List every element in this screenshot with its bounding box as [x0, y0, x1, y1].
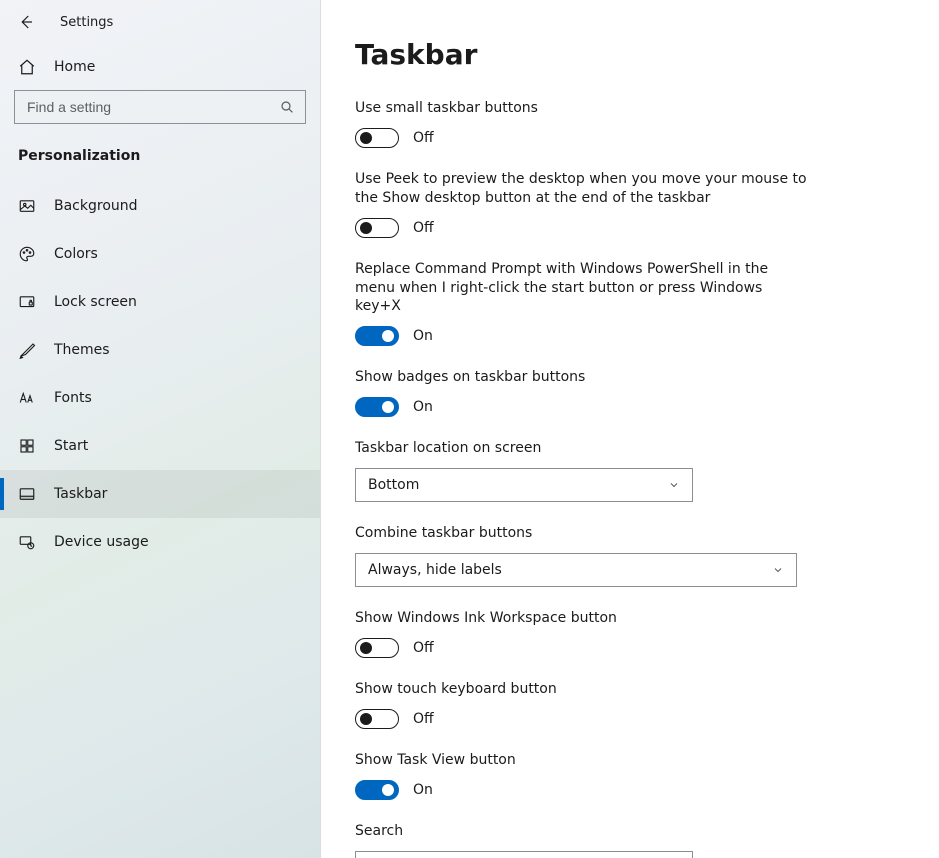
- nav-item-background[interactable]: Background: [0, 182, 320, 230]
- toggle-state: On: [413, 782, 433, 798]
- nav-item-fonts[interactable]: Fonts: [0, 374, 320, 422]
- setting-label: Use small taskbar buttons: [355, 99, 905, 118]
- nav-item-colors[interactable]: Colors: [0, 230, 320, 278]
- setting-label: Combine taskbar buttons: [355, 524, 905, 543]
- nav-item-taskbar[interactable]: Taskbar: [0, 470, 320, 518]
- nav-label: Start: [54, 438, 88, 454]
- sidebar: Settings Home Personalization Background…: [0, 0, 321, 858]
- setting-label: Taskbar location on screen: [355, 439, 905, 458]
- toggle-powershell[interactable]: [355, 326, 399, 346]
- image-icon: [18, 197, 36, 215]
- nav-label: Taskbar: [54, 486, 107, 502]
- setting-task-view: Show Task View button On: [355, 751, 905, 800]
- select-value: Bottom: [368, 477, 419, 493]
- setting-badges: Show badges on taskbar buttons On: [355, 368, 905, 417]
- toggle-touch-keyboard[interactable]: [355, 709, 399, 729]
- setting-label: Show badges on taskbar buttons: [355, 368, 905, 387]
- brush-icon: [18, 341, 36, 359]
- nav-list: Background Colors Lock screen Themes Fon…: [0, 182, 320, 566]
- setting-taskbar-location: Taskbar location on screen Bottom: [355, 439, 905, 502]
- select-combine-buttons[interactable]: Always, hide labels: [355, 553, 797, 587]
- nav-item-start[interactable]: Start: [0, 422, 320, 470]
- toggle-state: Off: [413, 130, 434, 146]
- toggle-state: On: [413, 328, 433, 344]
- toggle-state: Off: [413, 220, 434, 236]
- setting-search: Search Show search icon: [355, 822, 905, 858]
- nav-label: Background: [54, 198, 138, 214]
- select-search[interactable]: Show search icon: [355, 851, 693, 858]
- nav-item-themes[interactable]: Themes: [0, 326, 320, 374]
- lockscreen-icon: [18, 293, 36, 311]
- chevron-down-icon: [772, 564, 784, 576]
- nav-label: Lock screen: [54, 294, 137, 310]
- chevron-down-icon: [668, 479, 680, 491]
- setting-label: Search: [355, 822, 905, 841]
- toggle-peek[interactable]: [355, 218, 399, 238]
- search-icon: [279, 99, 295, 115]
- home-label: Home: [54, 59, 95, 75]
- back-arrow-icon: [17, 13, 35, 31]
- nav-label: Colors: [54, 246, 98, 262]
- setting-combine-buttons: Combine taskbar buttons Always, hide lab…: [355, 524, 905, 587]
- setting-ink-workspace: Show Windows Ink Workspace button Off: [355, 609, 905, 658]
- toggle-state: Off: [413, 711, 434, 727]
- setting-touch-keyboard: Show touch keyboard button Off: [355, 680, 905, 729]
- search-input[interactable]: [25, 98, 271, 116]
- setting-label: Show touch keyboard button: [355, 680, 905, 699]
- setting-small-taskbar-buttons: Use small taskbar buttons Off: [355, 99, 905, 148]
- toggle-ink-workspace[interactable]: [355, 638, 399, 658]
- setting-powershell: Replace Command Prompt with Windows Powe…: [355, 260, 905, 347]
- topbar: Settings: [0, 0, 320, 44]
- app-title: Settings: [60, 15, 113, 30]
- home-icon: [18, 58, 36, 76]
- setting-peek: Use Peek to preview the desktop when you…: [355, 170, 905, 238]
- toggle-task-view[interactable]: [355, 780, 399, 800]
- setting-label: Show Task View button: [355, 751, 905, 770]
- nav-label: Fonts: [54, 390, 92, 406]
- setting-label: Use Peek to preview the desktop when you…: [355, 170, 815, 208]
- nav-label: Themes: [54, 342, 110, 358]
- setting-label: Replace Command Prompt with Windows Powe…: [355, 260, 795, 317]
- select-value: Always, hide labels: [368, 562, 502, 578]
- main-content: Taskbar Use small taskbar buttons Off Us…: [321, 0, 939, 858]
- search-wrap: [0, 90, 320, 124]
- nav-item-deviceusage[interactable]: Device usage: [0, 518, 320, 566]
- toggle-state: Off: [413, 640, 434, 656]
- select-taskbar-location[interactable]: Bottom: [355, 468, 693, 502]
- toggle-small-taskbar-buttons[interactable]: [355, 128, 399, 148]
- taskbar-icon: [18, 485, 36, 503]
- device-usage-icon: [18, 533, 36, 551]
- home-nav[interactable]: Home: [0, 44, 320, 90]
- nav-label: Device usage: [54, 534, 149, 550]
- nav-item-lockscreen[interactable]: Lock screen: [0, 278, 320, 326]
- page-title: Taskbar: [355, 38, 905, 71]
- toggle-badges[interactable]: [355, 397, 399, 417]
- back-button[interactable]: [14, 10, 38, 34]
- search-box[interactable]: [14, 90, 306, 124]
- section-heading: Personalization: [0, 124, 320, 182]
- toggle-state: On: [413, 399, 433, 415]
- start-icon: [18, 437, 36, 455]
- fonts-icon: [18, 389, 36, 407]
- palette-icon: [18, 245, 36, 263]
- setting-label: Show Windows Ink Workspace button: [355, 609, 905, 628]
